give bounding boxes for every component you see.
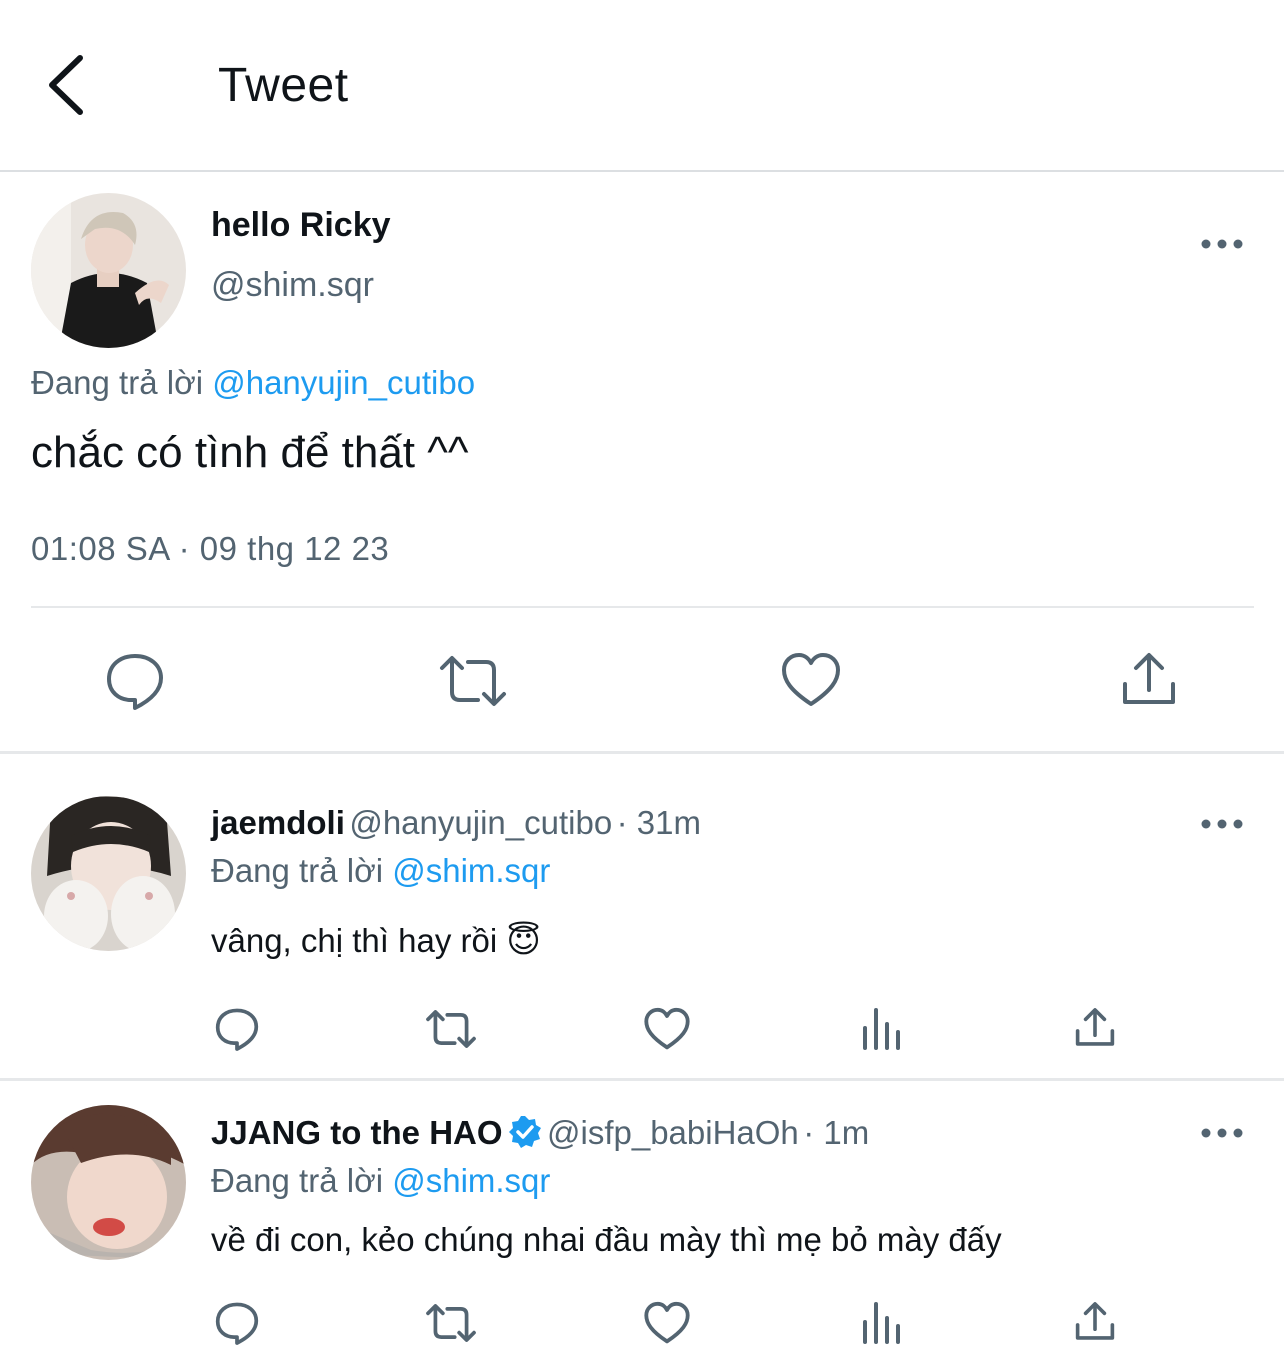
retweet-button[interactable] bbox=[424, 1006, 478, 1057]
like-button[interactable] bbox=[643, 1300, 691, 1351]
share-button[interactable] bbox=[1120, 650, 1178, 715]
more-options-button[interactable] bbox=[1200, 814, 1244, 834]
views-button[interactable] bbox=[860, 1300, 902, 1351]
share-icon bbox=[1075, 1302, 1115, 1340]
more-horizontal-icon bbox=[1201, 819, 1243, 829]
divider bbox=[0, 1078, 1284, 1081]
reply-header: jaemdoli @hanyujin_cutibo · 31m bbox=[211, 804, 701, 842]
verified-badge-icon bbox=[508, 1116, 541, 1148]
like-button[interactable] bbox=[780, 650, 842, 715]
author-name[interactable]: hello Ricky bbox=[211, 206, 391, 245]
reply-button[interactable] bbox=[104, 650, 166, 717]
reply-text: về đi con, kẻo chúng nhai đầu mày thì mẹ… bbox=[211, 1221, 1002, 1258]
tweet-text: chắc có tình để thất ^^ bbox=[31, 428, 469, 477]
share-icon bbox=[1075, 1008, 1115, 1046]
reply-icon bbox=[215, 1302, 259, 1345]
reply-button[interactable] bbox=[214, 1300, 260, 1351]
analytics-icon bbox=[863, 1008, 900, 1050]
replying-prefix: Đang trả lời bbox=[31, 364, 204, 401]
more-options-button[interactable] bbox=[1200, 1123, 1244, 1143]
reply-icon bbox=[215, 1008, 259, 1051]
divider bbox=[0, 751, 1284, 754]
retweet-icon bbox=[440, 656, 506, 706]
retweet-icon bbox=[426, 1304, 476, 1342]
replying-to: Đang trả lời @shim.sqr bbox=[211, 1162, 550, 1200]
chevron-left-icon bbox=[49, 55, 83, 115]
replying-prefix: Đang trả lời bbox=[211, 852, 384, 889]
replying-to: Đang trả lời @shim.sqr bbox=[211, 852, 550, 890]
reply-time: · 1m bbox=[803, 1114, 870, 1151]
author-handle[interactable]: @isfp_babiHaOh bbox=[547, 1114, 799, 1151]
retweet-button[interactable] bbox=[438, 650, 508, 717]
heart-icon bbox=[644, 1301, 690, 1344]
back-button[interactable] bbox=[40, 50, 100, 120]
reply-header: JJANG to the HAO @isfp_babiHaOh · 1m bbox=[211, 1114, 869, 1152]
reply-icon bbox=[107, 654, 163, 710]
avatar[interactable] bbox=[31, 796, 186, 951]
replying-to-link[interactable]: @hanyujin_cutibo bbox=[212, 364, 475, 401]
replying-prefix: Đang trả lời bbox=[211, 1162, 384, 1199]
analytics-icon bbox=[863, 1302, 900, 1344]
replying-to: Đang trả lời @hanyujin_cutibo bbox=[31, 364, 475, 402]
reply-text: vâng, chị thì hay rồi 😇 bbox=[211, 922, 541, 959]
page-title: Tweet bbox=[218, 59, 349, 112]
more-horizontal-icon bbox=[1201, 239, 1243, 249]
more-horizontal-icon bbox=[1201, 1128, 1243, 1138]
top-bar bbox=[0, 0, 1284, 172]
share-button[interactable] bbox=[1074, 1006, 1116, 1055]
avatar[interactable] bbox=[31, 1105, 186, 1260]
author-name[interactable]: jaemdoli bbox=[211, 804, 345, 841]
author-name[interactable]: JJANG to the HAO bbox=[211, 1114, 503, 1151]
replying-to-link[interactable]: @shim.sqr bbox=[392, 1162, 550, 1199]
share-icon bbox=[1123, 653, 1175, 704]
retweet-icon bbox=[426, 1010, 476, 1048]
like-button[interactable] bbox=[643, 1006, 691, 1057]
share-button[interactable] bbox=[1074, 1300, 1116, 1349]
heart-icon bbox=[644, 1007, 690, 1050]
replying-to-link[interactable]: @shim.sqr bbox=[392, 852, 550, 889]
author-handle[interactable]: @hanyujin_cutibo bbox=[349, 804, 612, 841]
reply-button[interactable] bbox=[214, 1006, 260, 1057]
retweet-button[interactable] bbox=[424, 1300, 478, 1351]
heart-icon bbox=[782, 653, 840, 706]
author-handle[interactable]: @shim.sqr bbox=[211, 266, 374, 305]
tweet-timestamp[interactable]: 01:08 SA · 09 thg 12 23 bbox=[31, 530, 389, 568]
reply-time: · 31m bbox=[616, 804, 701, 841]
avatar[interactable] bbox=[31, 193, 186, 348]
more-options-button[interactable] bbox=[1200, 234, 1244, 254]
views-button[interactable] bbox=[860, 1006, 902, 1057]
divider bbox=[31, 606, 1254, 608]
